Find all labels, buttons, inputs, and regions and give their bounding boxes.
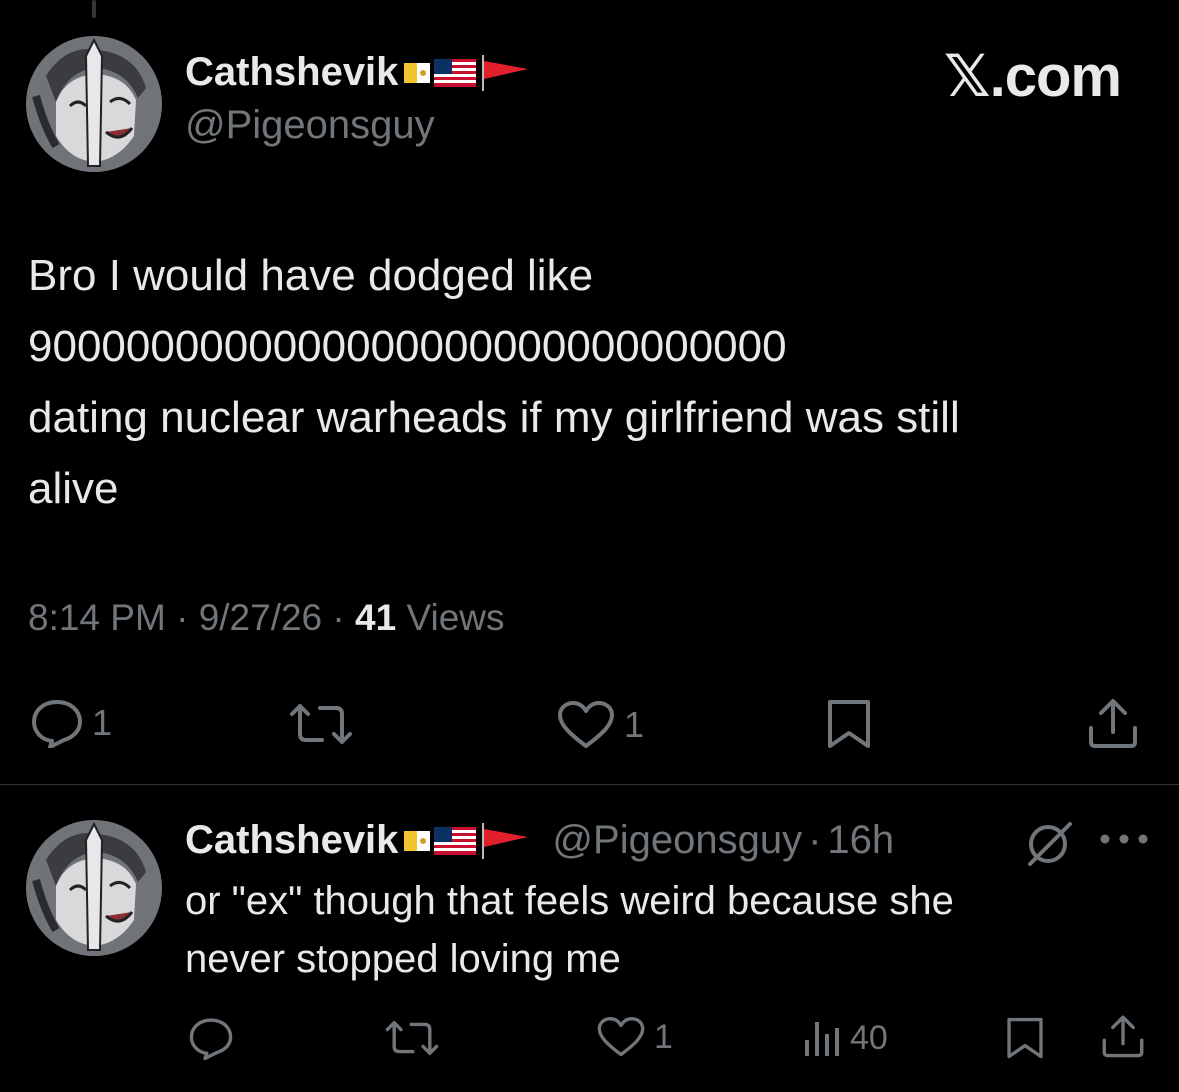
thread-line	[92, 0, 96, 18]
red-flag-icon	[482, 822, 529, 859]
more-options-button[interactable]	[1098, 832, 1150, 851]
repost-button[interactable]	[288, 702, 362, 746]
share-icon	[1089, 699, 1137, 748]
views-label: Views	[406, 597, 505, 638]
meta-separator: ·	[176, 597, 189, 638]
reply-views-count: 40	[850, 1018, 888, 1057]
author-name-row[interactable]: Cathshevik	[185, 50, 530, 95]
heart-icon	[558, 701, 614, 748]
reply-like-count: 1	[654, 1017, 673, 1056]
reply-share-button[interactable]	[1100, 1013, 1146, 1059]
author-handle[interactable]: @Pigeonsguy	[185, 103, 435, 148]
us-flag-icon	[434, 58, 477, 87]
tweet-text: Bro I would have dodged like 90000000000…	[28, 251, 960, 513]
us-flag-icon	[434, 826, 477, 855]
avatar[interactable]	[26, 36, 162, 172]
tweet-date[interactable]: 9/27/26	[199, 597, 322, 638]
reply-repost-button[interactable]	[384, 1019, 448, 1057]
brand-logo: 𝕏.com	[943, 44, 1122, 109]
reply-icon	[189, 1018, 233, 1060]
like-button[interactable]: 1	[556, 700, 644, 750]
author-name[interactable]: Cathshevik	[185, 50, 398, 95]
heart-icon	[597, 1017, 645, 1057]
bookmark-icon	[1007, 1017, 1043, 1059]
meta-separator: ·	[332, 597, 345, 638]
repost-icon	[290, 704, 352, 744]
share-button[interactable]	[1086, 696, 1140, 750]
divider	[0, 784, 1179, 785]
vatican-flag-icon	[404, 830, 431, 851]
reply-text: or "ex" though that feels weird because …	[185, 879, 954, 981]
reply-button[interactable]: 1	[30, 698, 112, 748]
reply-bookmark-button[interactable]	[1004, 1015, 1046, 1061]
bookmark-icon	[828, 700, 870, 748]
avatar-image	[26, 36, 162, 172]
views-icon	[805, 1022, 839, 1056]
reply-reply-button[interactable]	[188, 1016, 242, 1060]
reply-separator: ·	[808, 818, 822, 862]
more-icon	[1100, 834, 1148, 844]
grok-button[interactable]	[1024, 818, 1074, 873]
vatican-flag-icon	[404, 62, 431, 83]
reply-time[interactable]: 16h	[827, 818, 894, 863]
bookmark-button[interactable]	[824, 698, 874, 750]
tweet-meta: 8:14 PM · 9/27/26 · 41 Views	[28, 597, 505, 639]
views-count: 41	[355, 597, 397, 638]
reply-like-button[interactable]: 1	[596, 1016, 673, 1058]
reply-views-button[interactable]: 40	[802, 1018, 888, 1058]
like-count: 1	[624, 704, 645, 745]
reply-avatar[interactable]	[26, 820, 162, 956]
red-flag-icon	[482, 54, 529, 91]
share-icon	[1102, 1015, 1144, 1058]
reply-count: 1	[92, 702, 113, 743]
reply-icon	[32, 700, 82, 748]
tweet-time[interactable]: 8:14 PM	[28, 597, 166, 638]
avatar-image	[26, 820, 162, 956]
repost-icon	[385, 1021, 439, 1055]
flag-badges	[404, 822, 530, 859]
grok-icon	[1028, 822, 1072, 866]
flag-badges	[404, 54, 530, 91]
reply-author-name[interactable]: Cathshevik	[185, 818, 398, 863]
reply-author-handle[interactable]: @Pigeonsguy	[552, 818, 802, 863]
reply-header: Cathshevik @Pigeonsguy · 16h	[185, 818, 894, 863]
